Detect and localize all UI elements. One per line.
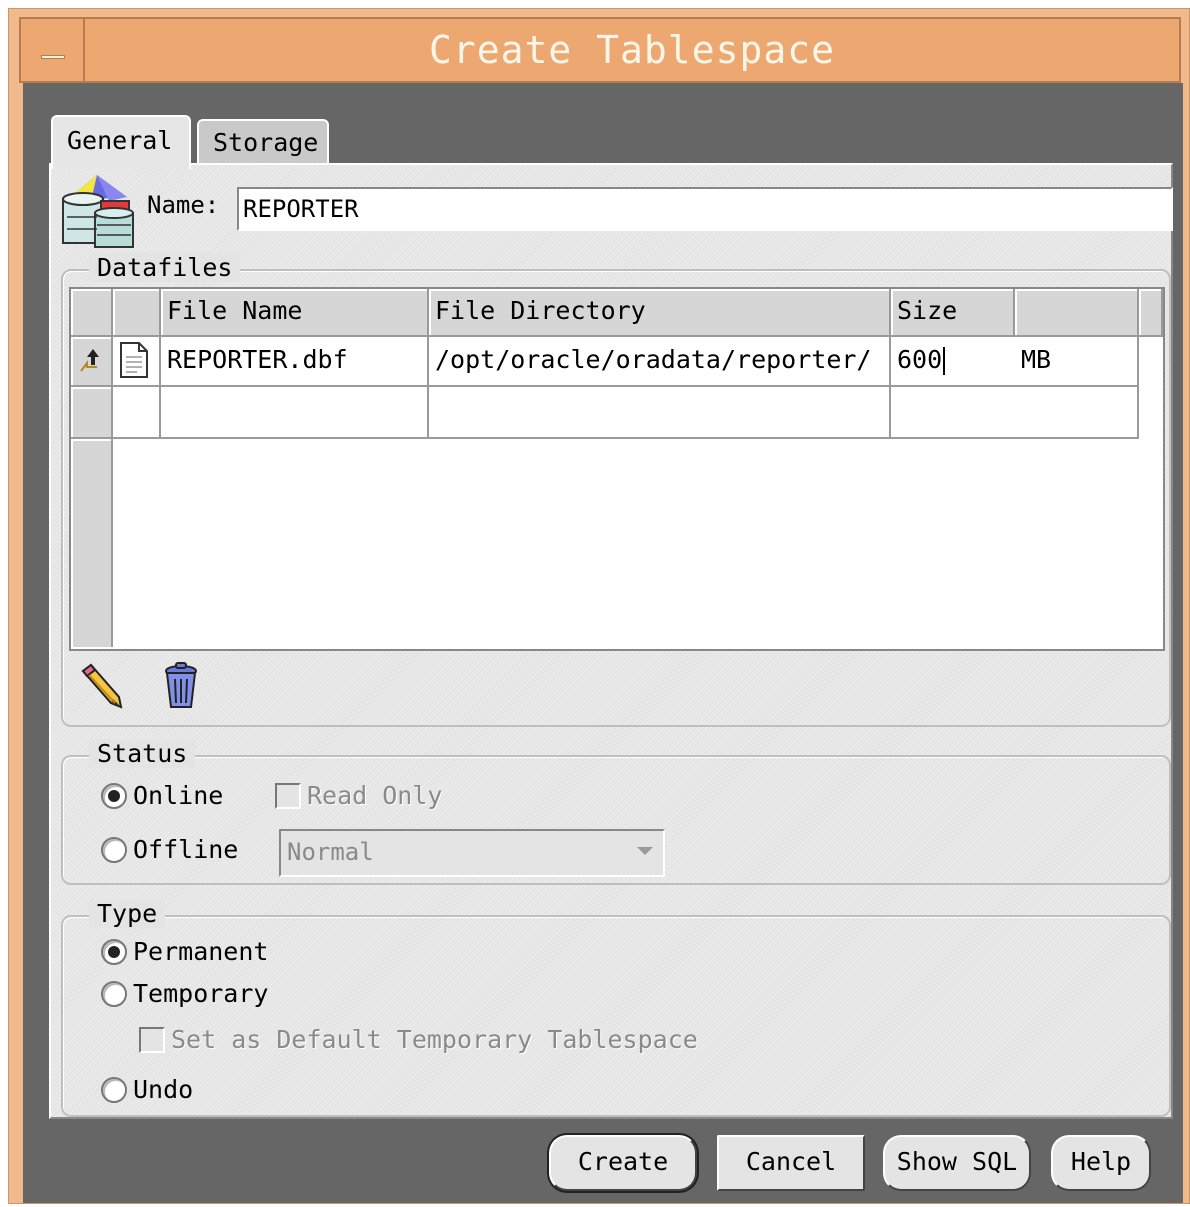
table-cell-file-name[interactable] (161, 387, 429, 439)
read-only-label[interactable]: Read Only (307, 781, 442, 810)
permanent-label[interactable]: Permanent (133, 937, 268, 966)
temporary-label[interactable]: Temporary (133, 979, 268, 1008)
offline-label[interactable]: Offline (133, 835, 238, 864)
show-sql-button[interactable]: Show SQL (883, 1135, 1031, 1191)
table-cell-file-directory[interactable] (429, 387, 891, 439)
title-bar[interactable]: Create Tablespace (19, 17, 1181, 83)
header-corner (71, 289, 113, 337)
type-group: Type Permanent Temporary Set as Default … (61, 899, 1171, 1117)
table-row-header[interactable] (71, 337, 113, 387)
help-button[interactable]: Help (1051, 1135, 1151, 1191)
offline-mode-select[interactable]: Normal (279, 829, 665, 877)
type-legend: Type (89, 899, 166, 928)
column-header-size[interactable]: Size (891, 289, 1015, 337)
read-only-checkbox[interactable] (275, 783, 301, 809)
undo-label[interactable]: Undo (133, 1075, 193, 1104)
temporary-radio[interactable] (101, 981, 127, 1007)
permanent-radio[interactable] (101, 939, 127, 965)
online-label[interactable]: Online (133, 781, 223, 810)
tablespace-icon (62, 175, 134, 248)
pencil-icon[interactable] (77, 661, 125, 711)
dialog-client-area: General Storage Name: REPORTER Datafiles… (23, 83, 1183, 1203)
status-legend: Status (89, 739, 196, 768)
table-cell-file-name[interactable]: REPORTER.dbf (161, 337, 429, 387)
offline-radio[interactable] (101, 837, 127, 863)
datafile-icon (120, 342, 148, 378)
tab-general[interactable]: General (51, 115, 191, 169)
column-header-file-name[interactable]: File Name (161, 289, 429, 337)
table-row-icon-cell[interactable] (113, 337, 161, 387)
size-value: 600 (897, 345, 943, 374)
offline-mode-value: Normal (287, 838, 374, 866)
current-row-arrow-icon (80, 349, 99, 372)
window-title: Create Tablespace (429, 28, 835, 72)
default-temporary-label[interactable]: Set as Default Temporary Tablespace (171, 1025, 698, 1054)
column-header-unit[interactable] (1015, 289, 1139, 337)
online-radio[interactable] (101, 783, 127, 809)
tab-storage[interactable]: Storage (197, 119, 329, 165)
default-temporary-checkbox[interactable] (139, 1027, 165, 1053)
trash-icon[interactable] (159, 661, 207, 711)
general-tab-panel: Name: REPORTER Datafiles File Name File … (49, 163, 1173, 1119)
table-cell-size[interactable] (891, 387, 1139, 439)
table-cell-size[interactable]: 600 (891, 337, 1015, 387)
name-input[interactable]: REPORTER (237, 187, 1173, 231)
table-row-header-filler (71, 439, 113, 647)
header-icon-column (113, 289, 161, 337)
header-filler (1139, 289, 1163, 337)
status-group: Status Online Read Only Offline Normal (61, 739, 1171, 885)
table-cell-unit[interactable]: MB (1015, 337, 1139, 387)
undo-radio[interactable] (101, 1077, 127, 1103)
table-row-header[interactable] (71, 387, 113, 439)
create-tablespace-window: Create Tablespace General Storage Name: … (8, 8, 1190, 1204)
table-cell-file-directory[interactable]: /opt/oracle/oradata/reporter/ (429, 337, 891, 387)
datafiles-table: File Name File Directory Size REPORTER.d… (69, 287, 1165, 651)
datafiles-legend: Datafiles (89, 253, 241, 282)
column-header-file-directory[interactable]: File Directory (429, 289, 891, 337)
table-row-icon-cell[interactable] (113, 387, 161, 439)
name-label: Name: (147, 191, 220, 219)
cancel-button[interactable]: Cancel (717, 1135, 865, 1191)
datafiles-group: Datafiles File Name File Directory Size (61, 253, 1171, 727)
window-menu-icon[interactable] (21, 19, 85, 81)
chevron-down-icon (637, 847, 653, 855)
create-button[interactable]: Create (549, 1135, 697, 1191)
text-cursor (943, 347, 946, 375)
